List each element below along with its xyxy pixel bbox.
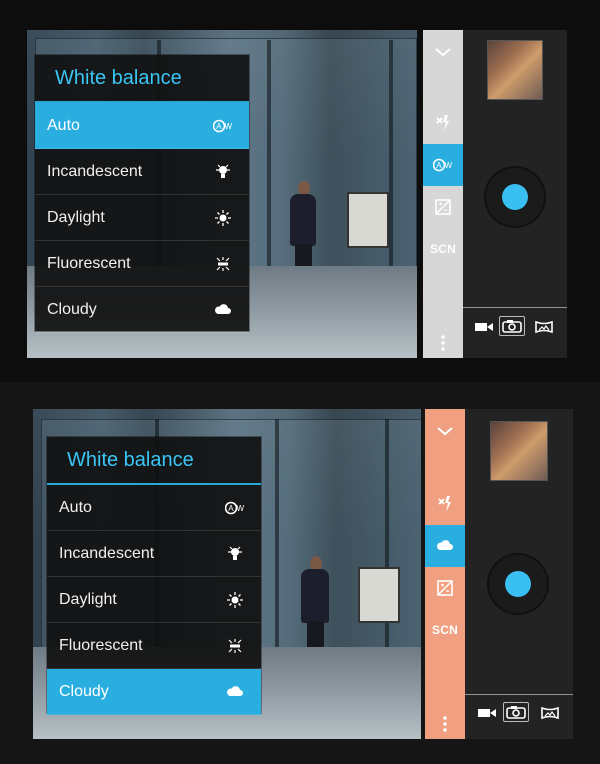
svg-text:A: A <box>228 504 234 513</box>
white-balance-option-label: Cloudy <box>59 682 109 700</box>
wall-poster <box>347 192 389 248</box>
camera-control-panel <box>463 30 567 358</box>
white-balance-option-label: Fluorescent <box>59 636 143 654</box>
camera-control-panel <box>465 409 573 739</box>
more-options-button[interactable] <box>423 328 463 358</box>
building-mullion <box>385 419 389 679</box>
white-balance-button[interactable]: AW <box>423 144 463 186</box>
video-mode-icon[interactable] <box>473 319 495 335</box>
camera-settings-strip: SCN <box>425 409 465 739</box>
white-balance-menu: White balance Auto AW Incandescent Dayli… <box>35 55 249 333</box>
cloud-icon <box>213 300 233 320</box>
collapse-panel-button[interactable] <box>425 409 465 453</box>
white-balance-option-cloudy[interactable]: Cloudy <box>35 287 249 333</box>
last-photo-thumbnail[interactable] <box>487 40 543 100</box>
white-balance-title: White balance <box>55 66 182 89</box>
fluorescent-icon <box>213 254 233 274</box>
person-body <box>301 569 329 623</box>
video-mode-icon[interactable] <box>476 705 498 721</box>
flash-off-button[interactable] <box>425 483 465 525</box>
svg-text:A: A <box>216 122 222 131</box>
scene-mode-button[interactable]: SCN <box>425 609 465 651</box>
white-balance-option-label: Daylight <box>47 208 105 226</box>
white-balance-option-incandescent[interactable]: Incandescent <box>35 149 249 195</box>
white-balance-option-label: Incandescent <box>47 162 143 180</box>
exposure-button[interactable] <box>425 567 465 609</box>
svg-text:W: W <box>237 504 245 513</box>
white-balance-option-daylight[interactable]: Daylight <box>35 195 249 241</box>
scene-mode-label: SCN <box>432 623 458 637</box>
building-mullion <box>389 40 393 298</box>
svg-text:A: A <box>436 161 442 170</box>
photo-mode-icon[interactable] <box>501 700 531 724</box>
white-balance-header: White balance <box>35 55 249 103</box>
panorama-mode-icon[interactable] <box>539 705 561 721</box>
incandescent-icon <box>213 162 233 182</box>
white-balance-option-daylight[interactable]: Daylight <box>47 577 261 623</box>
auto-wb-icon: AW <box>213 116 233 136</box>
camera-screen-bottom: White balance Auto AW Incandescent Dayli… <box>33 409 573 739</box>
white-balance-option-auto[interactable]: Auto AW <box>47 485 261 531</box>
sun-icon <box>225 590 245 610</box>
camera-screen-top: White balance Auto AW Incandescent Dayli… <box>27 30 567 358</box>
white-balance-option-label: Auto <box>59 498 92 516</box>
collapse-panel-button[interactable] <box>423 30 463 74</box>
white-balance-option-fluorescent[interactable]: Fluorescent <box>35 241 249 287</box>
person-body <box>290 194 316 246</box>
more-options-button[interactable] <box>425 709 465 739</box>
camera-settings-strip: AW SCN <box>423 30 463 358</box>
shutter-button-center <box>502 184 528 210</box>
screenshot-top: White balance Auto AW Incandescent Dayli… <box>0 0 600 382</box>
white-balance-option-label: Incandescent <box>59 544 155 562</box>
auto-wb-icon: AW <box>225 498 245 518</box>
white-balance-option-label: Fluorescent <box>47 254 131 272</box>
incandescent-icon <box>225 544 245 564</box>
mode-divider <box>463 307 567 308</box>
panorama-mode-icon[interactable] <box>533 319 555 335</box>
scene-mode-button[interactable]: SCN <box>423 228 463 270</box>
flash-off-button[interactable] <box>423 102 463 144</box>
white-balance-option-label: Auto <box>47 116 80 134</box>
svg-text:W: W <box>445 161 453 170</box>
white-balance-option-cloudy[interactable]: Cloudy <box>47 669 261 715</box>
screenshot-bottom: White balance Auto AW Incandescent Dayli… <box>0 382 600 764</box>
wall-poster <box>358 567 400 623</box>
white-balance-option-label: Daylight <box>59 590 117 608</box>
scene-mode-label: SCN <box>430 242 456 256</box>
svg-text:W: W <box>225 122 233 131</box>
white-balance-title: White balance <box>67 448 194 471</box>
white-balance-option-incandescent[interactable]: Incandescent <box>47 531 261 577</box>
photo-mode-icon[interactable] <box>497 314 527 338</box>
cloud-icon <box>225 682 245 702</box>
white-balance-button[interactable] <box>425 525 465 567</box>
white-balance-option-auto[interactable]: Auto AW <box>35 103 249 149</box>
exposure-button[interactable] <box>423 186 463 228</box>
shutter-button-center <box>505 571 531 597</box>
white-balance-option-fluorescent[interactable]: Fluorescent <box>47 623 261 669</box>
white-balance-menu: White balance Auto AW Incandescent Dayli… <box>47 437 261 715</box>
building-mullion <box>275 419 279 679</box>
white-balance-option-label: Cloudy <box>47 300 97 318</box>
building-mullion <box>267 40 271 298</box>
fluorescent-icon <box>225 636 245 656</box>
sun-icon <box>213 208 233 228</box>
mode-divider <box>465 694 573 695</box>
white-balance-header: White balance <box>47 437 261 485</box>
last-photo-thumbnail[interactable] <box>490 421 548 481</box>
